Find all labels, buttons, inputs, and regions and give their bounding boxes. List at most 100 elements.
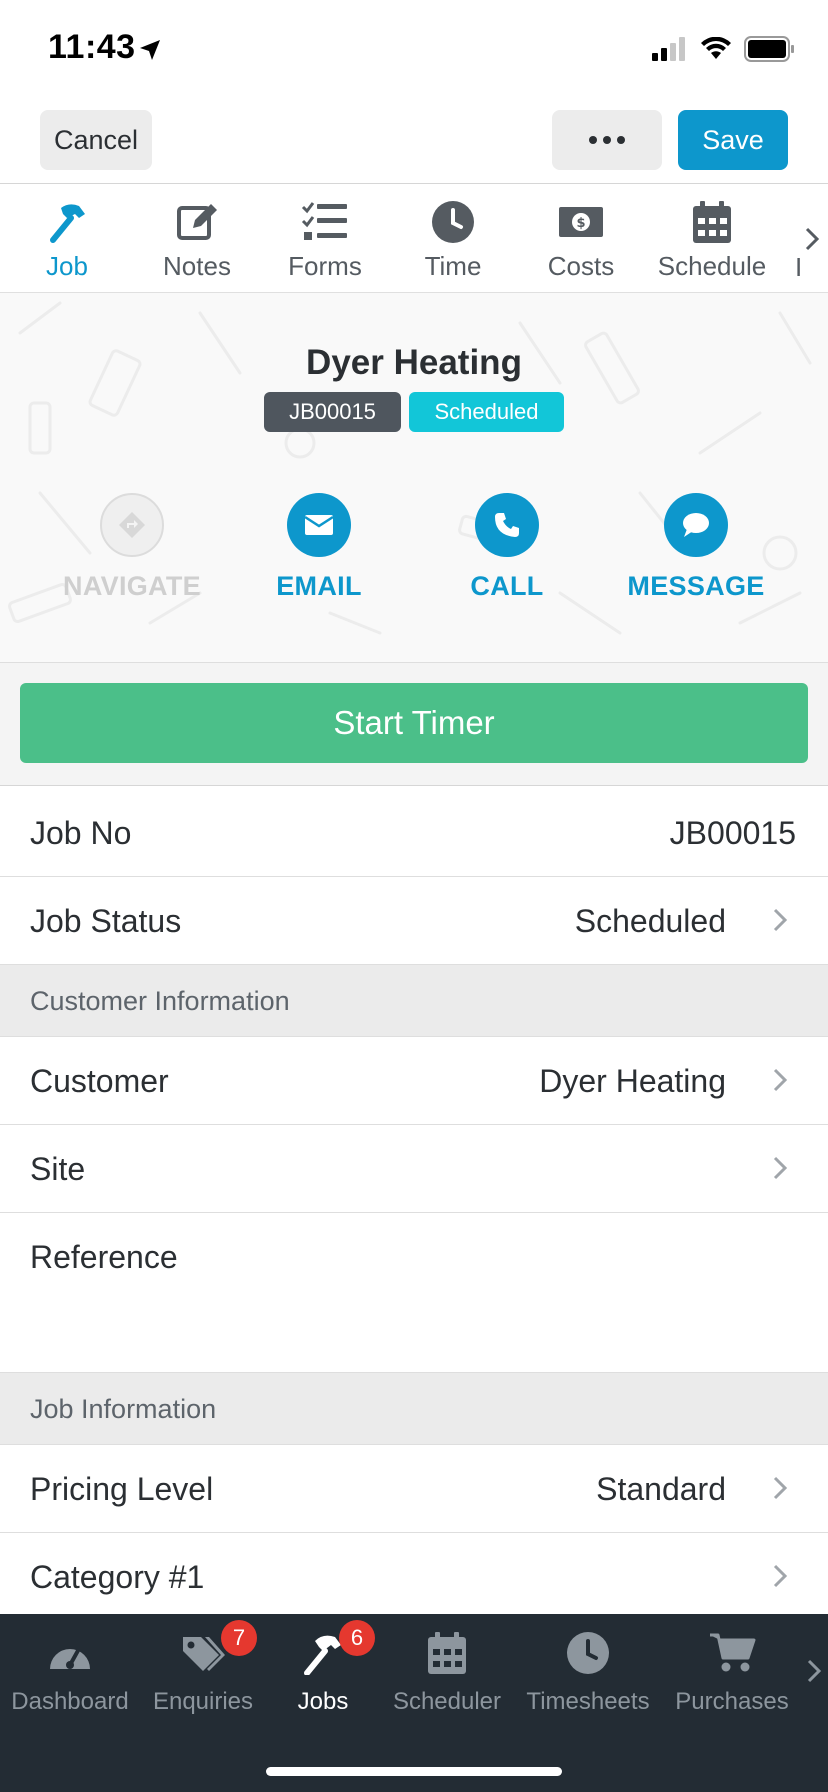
action-label: MESSAGE	[627, 571, 765, 601]
bottom-nav: Dashboard 7 Enquiries 6 Jobs Scheduler T…	[0, 1614, 828, 1792]
cart-icon	[708, 1628, 756, 1678]
category-1-row[interactable]: Category #1	[0, 1533, 828, 1621]
nav-label: Scheduler	[392, 1688, 502, 1715]
customer-section-header: Customer Information	[0, 965, 828, 1037]
chevron-right-icon[interactable]	[804, 226, 820, 252]
tab-label: Schedule	[657, 251, 767, 281]
chevron-right-icon	[773, 1068, 788, 1092]
action-label: NAVIGATE	[63, 571, 201, 601]
field-value: Scheduled	[574, 903, 726, 939]
tab-label: Costs	[547, 251, 615, 281]
phone-icon	[475, 493, 539, 557]
chevron-right-icon	[773, 1564, 788, 1588]
hammer-icon: 6	[301, 1620, 375, 1678]
field-label: Site	[30, 1151, 86, 1187]
nav-label: Timesheets	[526, 1688, 650, 1715]
save-button[interactable]: Save	[678, 110, 788, 170]
dot	[603, 136, 611, 144]
tab-label: Forms	[288, 251, 362, 281]
job-status-row[interactable]: Job Status Scheduled	[0, 877, 828, 965]
site-row[interactable]: Site	[0, 1125, 828, 1213]
chevron-right-icon	[773, 908, 788, 932]
battery-icon	[744, 36, 794, 62]
nav-label: Dashboard	[11, 1688, 129, 1715]
field-label: Customer	[30, 1063, 169, 1099]
message-button[interactable]: MESSAGE	[611, 493, 781, 602]
svg-text:$: $	[576, 216, 585, 231]
speedometer-icon	[46, 1628, 94, 1678]
navigate-button[interactable]: NAVIGATE	[47, 493, 217, 602]
customer-row[interactable]: Customer Dyer Heating	[0, 1037, 828, 1125]
tab-schedule[interactable]: Schedule	[648, 185, 776, 293]
dot	[589, 136, 597, 144]
job-no-row: Job No JB00015	[0, 789, 828, 877]
tab-forms[interactable]: Forms	[261, 185, 389, 293]
tab-time[interactable]: Time	[389, 185, 517, 293]
nav-label: Jobs	[297, 1688, 349, 1715]
section-title: Job Information	[30, 1394, 217, 1424]
field-value: Dyer Heating	[539, 1063, 726, 1099]
status-bar: 11:43	[0, 0, 828, 96]
field-label: Reference	[30, 1239, 178, 1275]
cancel-button[interactable]: Cancel	[40, 110, 152, 170]
reference-row[interactable]: Reference	[0, 1213, 828, 1373]
tab-label: Job	[46, 251, 88, 281]
job-id-badge: JB00015	[264, 392, 401, 432]
money-icon: $	[558, 201, 604, 243]
field-label: Pricing Level	[30, 1471, 214, 1507]
status-icons	[652, 36, 796, 62]
signal-icon	[652, 37, 685, 61]
section-title: Customer Information	[30, 986, 290, 1016]
tab-costs[interactable]: $ Costs	[517, 185, 645, 293]
checklist-icon	[301, 201, 349, 243]
tab-label: Time	[424, 251, 482, 281]
dot	[617, 136, 625, 144]
edit-note-icon	[175, 201, 219, 243]
jobs-badge: 6	[339, 1620, 375, 1656]
chevron-right-icon[interactable]	[806, 1658, 822, 1684]
timer-section: Start Timer	[0, 663, 828, 786]
status-time: 11:43	[48, 28, 136, 66]
field-label: Category #1	[30, 1559, 205, 1595]
nav-label: Enquiries	[152, 1688, 254, 1715]
job-header: Dyer Heating JB00015 Scheduled NAVIGATE …	[0, 293, 828, 663]
tab-label: Notes	[163, 251, 231, 281]
nav-dashboard[interactable]: Dashboard	[0, 1614, 140, 1734]
tab-job[interactable]: Job	[3, 185, 131, 293]
action-label: EMAIL	[276, 571, 362, 601]
field-label: Job Status	[30, 903, 182, 939]
more-options-button[interactable]	[552, 110, 662, 170]
field-label: Job No	[30, 815, 132, 851]
message-icon	[664, 493, 728, 557]
clock-icon	[566, 1628, 610, 1678]
email-icon	[287, 493, 351, 557]
calendar-icon	[692, 201, 732, 243]
navigate-icon	[100, 493, 164, 557]
wifi-icon	[701, 37, 731, 59]
nav-purchases[interactable]: Purchases	[662, 1614, 802, 1734]
start-timer-button[interactable]: Start Timer	[20, 683, 808, 763]
tab-overflow-label: I	[795, 252, 803, 282]
job-tabs: Job Notes Forms Time $ Costs Schedule	[0, 185, 828, 293]
tags-icon: 7	[179, 1620, 257, 1678]
hammer-icon	[45, 201, 89, 243]
calendar-icon	[427, 1628, 467, 1678]
field-value: Standard	[596, 1471, 726, 1507]
pricing-level-row[interactable]: Pricing Level Standard	[0, 1445, 828, 1533]
location-arrow-icon	[140, 40, 160, 60]
chevron-right-icon	[773, 1476, 788, 1500]
tab-notes[interactable]: Notes	[133, 185, 261, 293]
email-button[interactable]: EMAIL	[234, 493, 404, 602]
nav-enquiries[interactable]: 7 Enquiries	[140, 1614, 266, 1734]
nav-jobs[interactable]: 6 Jobs	[266, 1614, 380, 1734]
job-status-badge: Scheduled	[409, 392, 564, 432]
nav-scheduler[interactable]: Scheduler	[380, 1614, 514, 1734]
field-value: JB00015	[669, 815, 796, 851]
clock-icon	[431, 201, 475, 243]
action-label: CALL	[470, 571, 544, 601]
call-button[interactable]: CALL	[422, 493, 592, 602]
nav-timesheets[interactable]: Timesheets	[514, 1614, 662, 1734]
nav-label: Purchases	[675, 1688, 789, 1715]
job-info-section-header: Job Information	[0, 1373, 828, 1445]
enquiries-badge: 7	[221, 1620, 257, 1656]
